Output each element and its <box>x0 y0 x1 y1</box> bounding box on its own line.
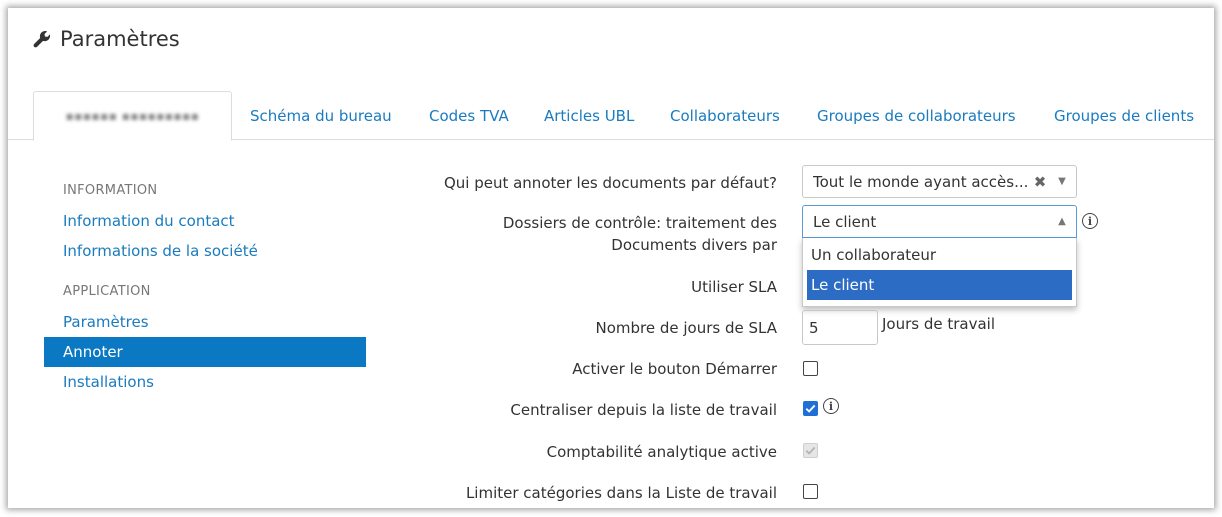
sidebar-item-installations[interactable]: Installations <box>44 367 366 397</box>
tab-client-groups[interactable]: Groupes de clients <box>1054 91 1194 140</box>
page-title: Paramètres <box>60 27 180 51</box>
sidebar-item-contact[interactable]: Information du contact <box>44 206 366 236</box>
settings-window: Paramètres ▪▪▪▪▪▪ ▪▪▪▪▪▪▪▪▪ Schéma du bu… <box>8 8 1214 508</box>
sidebar-item-settings[interactable]: Paramètres <box>44 307 366 337</box>
tab-office-name[interactable]: ▪▪▪▪▪▪ ▪▪▪▪▪▪▪▪▪ <box>33 91 232 141</box>
tab-bar: ▪▪▪▪▪▪ ▪▪▪▪▪▪▪▪▪ Schéma du bureau Codes … <box>8 91 1214 141</box>
option-collaborator[interactable]: Un collaborateur <box>807 240 1072 270</box>
centralize-checkbox[interactable] <box>803 401 818 416</box>
wrench-icon <box>33 30 51 48</box>
page-header: Paramètres <box>32 24 180 54</box>
start-button-label: Activer le bouton Démarrer <box>572 360 777 378</box>
sidebar-item-annotate[interactable]: Annoter <box>44 337 366 367</box>
annotate-default-value: Tout le monde ayant accès... <box>813 172 1029 191</box>
tab-office-scheme[interactable]: Schéma du bureau <box>250 91 392 140</box>
analytic-accounting-label: Comptabilité analytique active <box>546 443 777 461</box>
centralize-label: Centraliser depuis la liste de travail <box>510 401 777 419</box>
tab-collaborators[interactable]: Collaborateurs <box>670 91 780 140</box>
limit-categories-label: Limiter catégories dans la Liste de trav… <box>465 484 777 502</box>
sidebar-section-information: Information <box>63 183 158 198</box>
sidebar-item-company[interactable]: Informations de la société <box>44 236 366 266</box>
option-client[interactable]: Le client <box>807 270 1072 300</box>
control-folders-select[interactable]: Le client ▲ <box>802 205 1077 238</box>
tab-vat-codes[interactable]: Codes TVA <box>429 91 509 140</box>
analytic-accounting-checkbox <box>803 443 818 458</box>
control-folders-label-line1: Dossiers de contrôle: traitement des <box>502 214 777 232</box>
clear-icon[interactable]: ✖ <box>1032 173 1048 191</box>
sidebar-section-application: Application <box>63 284 151 299</box>
sla-days-label: Nombre de jours de SLA <box>595 319 778 337</box>
annotate-default-label: Qui peut annoter les documents par défau… <box>443 174 777 192</box>
info-icon[interactable]: i <box>823 398 839 414</box>
info-icon[interactable]: i <box>1082 213 1098 229</box>
sla-days-unit: Jours de travail <box>882 315 996 333</box>
sla-days-input[interactable]: 5 <box>802 310 878 345</box>
check-icon <box>805 404 816 413</box>
control-folders-dropdown: Un collaborateur Le client <box>802 238 1077 307</box>
control-folders-value: Le client <box>813 212 877 231</box>
chevron-up-icon[interactable]: ▲ <box>1048 216 1076 227</box>
check-icon <box>805 446 816 455</box>
limit-categories-checkbox[interactable] <box>803 484 818 499</box>
use-sla-label: Utiliser SLA <box>691 278 777 296</box>
tab-ubl-articles[interactable]: Articles UBL <box>544 91 634 140</box>
tab-office-name-label: ▪▪▪▪▪▪ ▪▪▪▪▪▪▪▪▪ <box>65 109 200 123</box>
tab-collaborator-groups[interactable]: Groupes de collaborateurs <box>817 91 1016 140</box>
chevron-down-icon[interactable]: ▼ <box>1048 176 1076 187</box>
control-folders-label-line2: Documents divers par <box>611 236 777 254</box>
annotate-default-select[interactable]: Tout le monde ayant accès... ✖ ▼ <box>802 165 1077 198</box>
start-button-checkbox[interactable] <box>803 361 818 376</box>
